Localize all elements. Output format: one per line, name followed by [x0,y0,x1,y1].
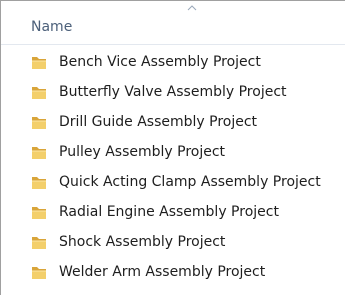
folder-icon [32,237,46,249]
list-item-label: Welder Arm Assembly Project [59,264,266,280]
list-item-label: Drill Guide Assembly Project [59,114,258,130]
column-header-label: Name [31,19,73,35]
list-item-label: Butterfly Valve Assembly Project [59,84,287,100]
list-item-quick-acting-clamp[interactable]: Quick Acting Clamp Assembly Project [1,167,345,197]
list-item-label: Radial Engine Assembly Project [59,204,279,220]
folder-icon [32,147,46,159]
list-item-radial-engine[interactable]: Radial Engine Assembly Project [1,197,345,227]
folder-icon [32,87,46,99]
folder-icon [32,57,46,69]
sort-ascending-icon [187,5,197,11]
list-item-welder-arm[interactable]: Welder Arm Assembly Project [1,257,345,287]
folder-icon [32,177,46,189]
folder-icon [32,117,46,129]
list-item-drill-guide[interactable]: Drill Guide Assembly Project [1,107,345,137]
folder-icon [32,207,46,219]
folder-icon [32,267,46,279]
folder-list: Bench Vice Assembly Project Butterfly Va… [1,47,345,287]
file-list-pane: Name Bench Vice Assembly Project Butterf… [0,0,345,295]
list-item-label: Quick Acting Clamp Assembly Project [59,174,321,190]
list-item-label: Pulley Assembly Project [59,144,226,160]
list-item-pulley[interactable]: Pulley Assembly Project [1,137,345,167]
list-item-label: Bench Vice Assembly Project [59,54,261,70]
list-item-shock[interactable]: Shock Assembly Project [1,227,345,257]
list-item-butterfly-valve[interactable]: Butterfly Valve Assembly Project [1,77,345,107]
column-header-name[interactable]: Name [1,1,345,45]
list-item-bench-vice[interactable]: Bench Vice Assembly Project [1,47,345,77]
list-item-label: Shock Assembly Project [59,234,226,250]
